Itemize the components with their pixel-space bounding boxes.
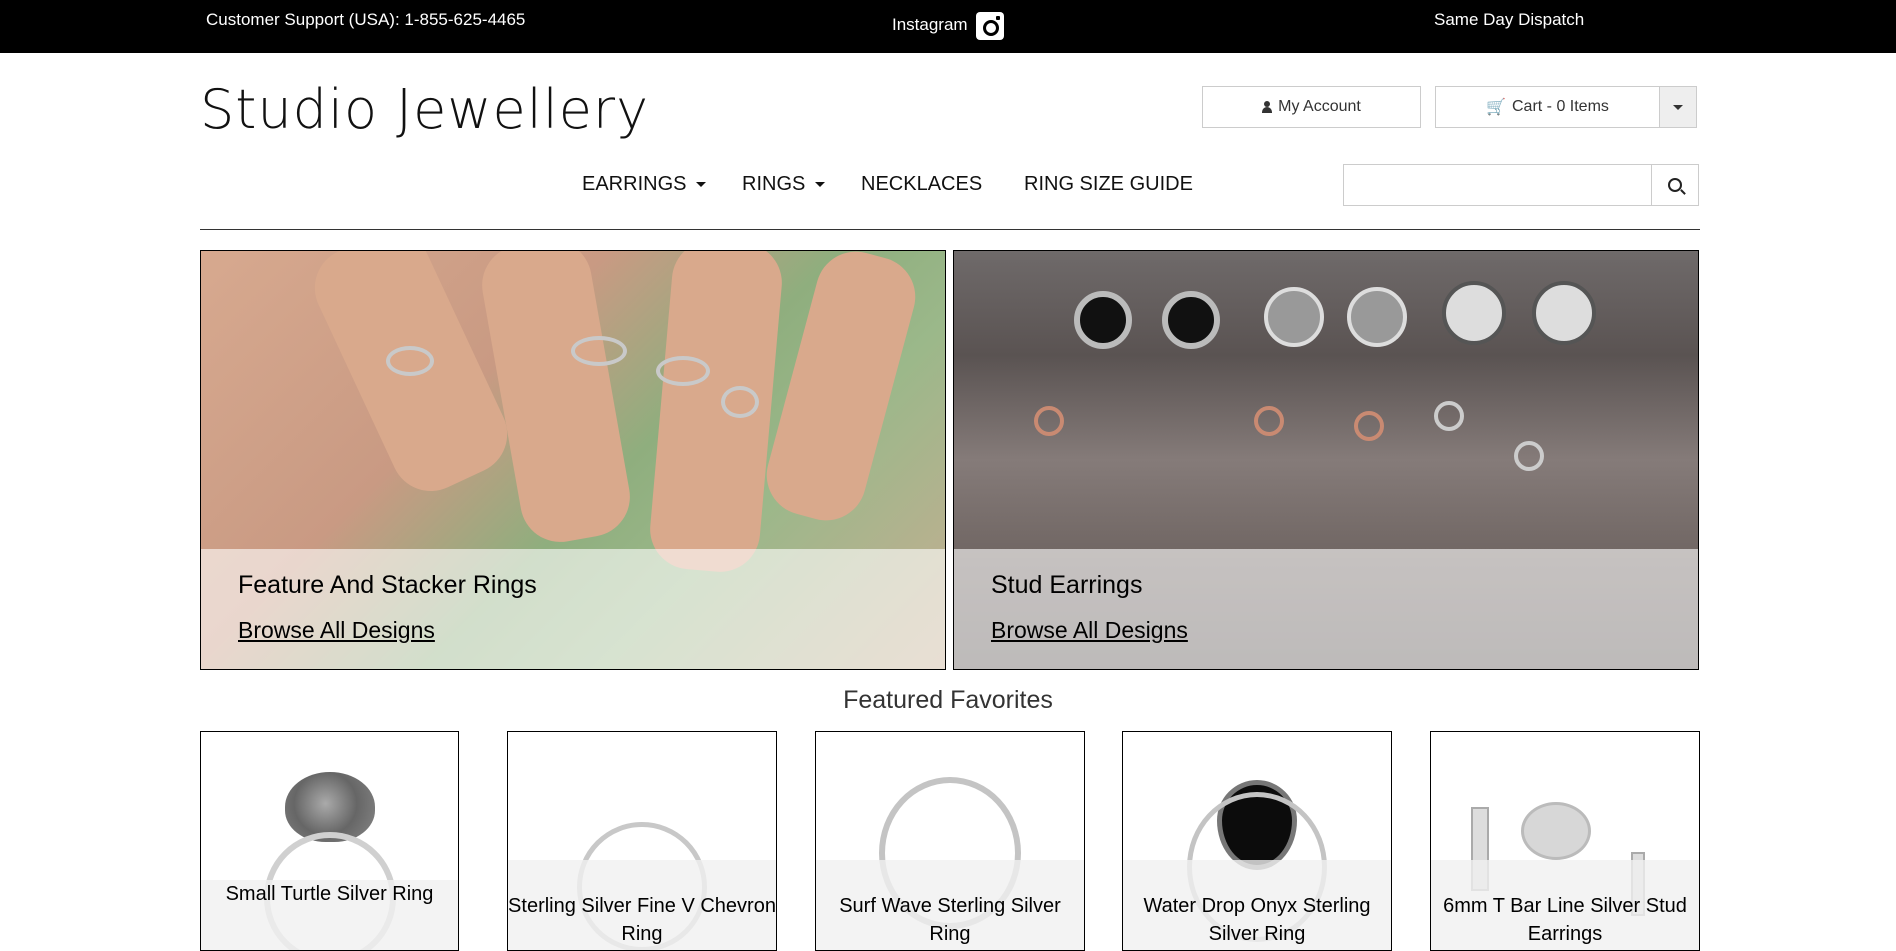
instagram-label: Instagram — [892, 15, 968, 34]
nav-item-earrings[interactable]: EARRINGS — [582, 173, 707, 196]
product-image — [1521, 802, 1591, 860]
banner-title: Feature And Stacker Rings — [238, 571, 537, 599]
cart-label: Cart - 0 Items — [1512, 98, 1609, 115]
search-input[interactable] — [1343, 164, 1651, 206]
nav-item-label: RINGS — [742, 173, 806, 195]
caret-down-icon — [696, 182, 707, 187]
earring-image — [1254, 406, 1284, 436]
nav-item-necklaces[interactable]: NECKLACES — [861, 173, 982, 196]
product-card[interactable]: Small Turtle Silver Ring — [200, 731, 459, 951]
instagram-icon — [975, 12, 1004, 40]
cart-icon: 🛒 — [1486, 99, 1506, 116]
same-day-dispatch-text: Same Day Dispatch — [1434, 10, 1585, 29]
earring-image — [1347, 287, 1407, 347]
browse-all-designs-link[interactable]: Browse All Designs — [991, 617, 1188, 644]
product-card[interactable]: Sterling Silver Fine V Chevron Ring — [507, 731, 777, 951]
product-name: Surf Wave Sterling Silver Ring — [839, 895, 1061, 945]
banner-title: Stud Earrings — [991, 571, 1143, 599]
earring-image — [1514, 441, 1544, 471]
customer-support-text: Customer Support (USA): 1-855-625-4465 — [206, 10, 526, 29]
chevron-down-icon — [1673, 104, 1683, 110]
user-icon — [1262, 101, 1273, 113]
earring-image — [1354, 411, 1384, 441]
site-logo[interactable]: Studio Jewellery — [200, 78, 649, 141]
banner-caption-overlay — [201, 549, 945, 669]
product-card[interactable]: Surf Wave Sterling Silver Ring — [815, 731, 1085, 951]
ring-image — [571, 336, 627, 366]
product-name: Small Turtle Silver Ring — [225, 883, 434, 905]
product-name: Sterling Silver Fine V Chevron Ring — [508, 895, 776, 945]
cart-button[interactable]: 🛒 Cart - 0 Items — [1435, 86, 1660, 128]
top-bar: Customer Support (USA): 1-855-625-4465 I… — [0, 0, 1896, 53]
ring-image — [656, 356, 710, 386]
ring-image — [721, 386, 759, 418]
search-button[interactable] — [1651, 164, 1699, 206]
my-account-label: My Account — [1278, 98, 1361, 115]
my-account-button[interactable]: My Account — [1202, 86, 1421, 128]
nav-item-ring-size-guide[interactable]: RING SIZE GUIDE — [1024, 173, 1193, 196]
banner-stud-earrings[interactable]: Stud Earrings Browse All Designs — [953, 250, 1699, 670]
earring-image — [1162, 291, 1220, 349]
earring-image — [1442, 281, 1506, 345]
header-divider — [200, 229, 1700, 230]
featured-favorites-heading: Featured Favorites — [843, 686, 1053, 714]
product-card[interactable]: Water Drop Onyx Sterling Silver Ring — [1122, 731, 1392, 951]
earring-image — [1434, 401, 1464, 431]
instagram-link[interactable]: Instagram — [892, 10, 1004, 40]
product-card[interactable]: 6mm T Bar Line Silver Stud Earrings — [1430, 731, 1700, 951]
product-name: 6mm T Bar Line Silver Stud Earrings — [1443, 895, 1687, 945]
earring-image — [1034, 406, 1064, 436]
caret-down-icon — [815, 182, 826, 187]
earring-image — [1074, 291, 1132, 349]
browse-all-designs-link[interactable]: Browse All Designs — [238, 617, 435, 644]
nav-item-label: RING SIZE GUIDE — [1024, 173, 1193, 195]
nav-item-label: NECKLACES — [861, 173, 983, 195]
ring-image — [386, 346, 434, 376]
banner-caption-overlay — [954, 549, 1698, 669]
product-name: Water Drop Onyx Sterling Silver Ring — [1143, 895, 1371, 945]
search-icon — [1668, 178, 1682, 192]
hand-image — [475, 251, 637, 549]
hand-image — [757, 251, 925, 530]
banner-stacker-rings[interactable]: Feature And Stacker Rings Browse All Des… — [200, 250, 946, 670]
nav-item-rings[interactable]: RINGS — [742, 173, 826, 196]
earring-image — [1264, 287, 1324, 347]
nav-item-label: EARRINGS — [582, 173, 687, 195]
hand-image — [646, 251, 786, 576]
cart-dropdown-toggle[interactable] — [1659, 86, 1697, 128]
earring-image — [1532, 281, 1596, 345]
